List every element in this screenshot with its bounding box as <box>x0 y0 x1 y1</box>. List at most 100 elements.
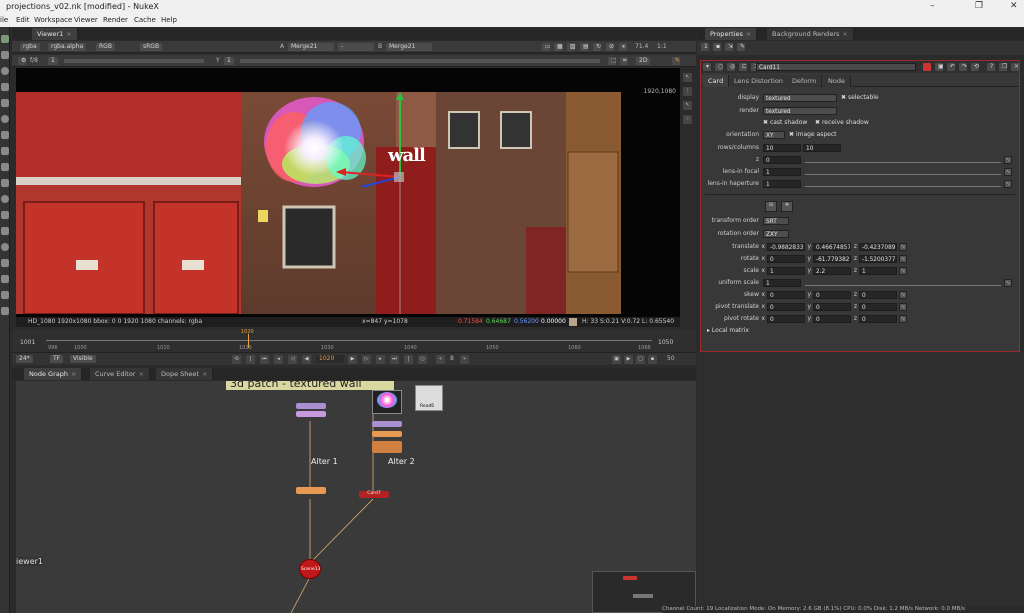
colorspace-dropdown[interactable]: sRGB <box>140 43 163 51</box>
pivot-translate-z-field[interactable]: 0 <box>859 303 897 311</box>
rotate-z-field[interactable]: -1.5200377 <box>859 255 897 263</box>
vertex-icon[interactable]: ⁘ <box>683 115 692 124</box>
playhead[interactable] <box>248 334 249 348</box>
menu-viewer[interactable]: Viewer <box>74 16 98 24</box>
transform-node-3[interactable] <box>372 421 402 427</box>
scale-x-field[interactable]: 1 <box>767 267 805 275</box>
render-dropdown[interactable]: textured <box>763 107 837 115</box>
settings-icon[interactable]: ⚙ <box>18 57 26 65</box>
viewer-canvas[interactable]: 1920,1080 wall <box>16 68 680 317</box>
play-back-icon[interactable]: ◀ <box>302 355 311 364</box>
roi-icon[interactable]: ▭ <box>542 43 551 51</box>
menu-file[interactable]: ile <box>0 16 8 24</box>
skew-x-field[interactable]: 0 <box>767 291 805 299</box>
step-back-icon[interactable]: « <box>436 355 445 364</box>
current-frame-field[interactable]: 1020 <box>316 355 344 363</box>
rotate-x-field[interactable]: 0 <box>767 255 805 263</box>
backdrop-node[interactable]: 3d patch - textured wall <box>226 381 394 390</box>
deep-tool-icon[interactable] <box>1 291 9 299</box>
orange-node[interactable] <box>296 487 326 494</box>
menu-edit[interactable]: Edit <box>16 16 30 24</box>
lens-focal-slider[interactable] <box>805 170 1001 175</box>
pause-icon[interactable]: ⏸ <box>619 43 627 51</box>
uniform-scale-animation-button[interactable]: ∿ <box>1004 279 1012 287</box>
particles-tool-icon[interactable] <box>1 275 9 283</box>
pivot-rotate-x-field[interactable]: 0 <box>767 315 805 323</box>
channels-dropdown[interactable]: rgba <box>20 43 40 51</box>
help-icon[interactable]: ? <box>987 63 995 71</box>
zebra-icon[interactable]: ▨ <box>567 43 576 51</box>
loop-icon[interactable]: ⟲ <box>232 355 241 364</box>
view-mode-dropdown[interactable]: 2D <box>636 57 651 65</box>
lens-haperture-slider[interactable] <box>805 182 1001 187</box>
prev-frame-icon[interactable]: ◁ <box>288 355 297 364</box>
tab-viewer1[interactable]: Viewer1 × <box>32 28 78 40</box>
proxy-ratio[interactable]: 1:1 <box>657 43 667 51</box>
uniform-scale-slider[interactable] <box>805 281 1001 286</box>
transform-handle-icon[interactable]: ⋮ <box>683 87 692 96</box>
cache-toggle-icon[interactable]: ▢ <box>636 355 645 364</box>
float-icon[interactable]: ⇲ <box>725 43 733 51</box>
blur-node[interactable] <box>372 441 402 453</box>
flipbook-icon[interactable]: ▣ <box>612 355 621 364</box>
undo-icon[interactable]: ↶ <box>947 63 955 71</box>
tab-properties[interactable]: Properties × <box>705 28 758 40</box>
pivot-translate-y-field[interactable]: 0 <box>813 303 851 311</box>
rgb-dropdown[interactable]: RGB <box>96 43 115 51</box>
image-tool-icon[interactable] <box>1 35 9 43</box>
ofx-tool-icon[interactable] <box>1 307 9 315</box>
play-icon[interactable]: ▶ <box>348 355 357 364</box>
card7-node[interactable]: Card7 <box>359 491 389 498</box>
lens-haperture-field[interactable]: 1 <box>763 180 801 188</box>
menu-help[interactable]: Help <box>161 16 177 24</box>
transform-node[interactable] <box>296 403 326 409</box>
color-wheel-thumbnail[interactable] <box>372 390 402 414</box>
image-aspect-checkbox[interactable]: ✖ image aspect <box>789 130 837 140</box>
z-animation-button[interactable]: ∿ <box>1004 156 1012 164</box>
fstop-value[interactable]: f/8 <box>30 57 38 65</box>
viewer-node-label[interactable]: iewer1 <box>16 557 43 566</box>
views-tool-icon[interactable] <box>1 195 9 203</box>
keyer-tool-icon[interactable] <box>1 131 9 139</box>
uniform-scale-field[interactable]: 1 <box>763 279 801 287</box>
skew-z-field[interactable]: 0 <box>859 291 897 299</box>
scale-y-field[interactable]: 2.2 <box>813 267 851 275</box>
menu-render[interactable]: Render <box>103 16 128 24</box>
3d-tool-icon[interactable] <box>1 179 9 187</box>
bounce-icon[interactable]: ○ <box>418 355 427 364</box>
pivot-translate-animation-button[interactable]: ∿ <box>899 303 907 311</box>
skew-animation-button[interactable]: ∿ <box>899 291 907 299</box>
pivot-rotate-z-field[interactable]: 0 <box>859 315 897 323</box>
max-panels-field[interactable]: 1 <box>701 43 709 51</box>
receive-shadow-checkbox[interactable]: ✖ receive shadow <box>815 118 869 128</box>
rotate-y-field[interactable]: -61.7793823 <box>813 255 851 263</box>
close-icon[interactable]: × <box>66 30 71 38</box>
transform-icon-a[interactable]: ⊞ <box>765 201 777 212</box>
transform-icon-b[interactable]: ✥ <box>781 201 793 212</box>
mask-icon[interactable]: ▤ <box>580 43 589 51</box>
lock-range-icon[interactable]: ▪ <box>648 355 657 364</box>
b-input-dropdown[interactable]: Merge21 <box>386 43 432 51</box>
step-value[interactable]: 8 <box>450 355 454 363</box>
skew-y-field[interactable]: 0 <box>813 291 851 299</box>
filter-tool-icon[interactable] <box>1 115 9 123</box>
select-arrow-icon[interactable]: ↖ <box>683 73 692 82</box>
compare-dropdown[interactable]: - <box>338 43 374 51</box>
cache-icon[interactable]: ⊘ <box>606 43 614 51</box>
pivot-rotate-y-field[interactable]: 0 <box>813 315 851 323</box>
menu-cache[interactable]: Cache <box>134 16 156 24</box>
pivot-rotate-animation-button[interactable]: ∿ <box>899 315 907 323</box>
gamma-field[interactable]: 1 <box>224 57 234 65</box>
metadata-tool-icon[interactable] <box>1 211 9 219</box>
float-panel-icon[interactable]: ❐ <box>999 63 1007 71</box>
local-matrix-toggle[interactable]: ▸ Local matrix <box>707 326 749 336</box>
z-slider[interactable] <box>805 158 1001 163</box>
read-thumbnail[interactable]: Read6 <box>415 385 443 411</box>
cast-shadow-checkbox[interactable]: ✖ cast shadow <box>763 118 807 128</box>
tab-node-graph[interactable]: Node Graph × <box>24 368 83 380</box>
lens-focal-animation-button[interactable]: ∿ <box>1004 168 1012 176</box>
paint-icon[interactable]: ✎ <box>672 57 680 65</box>
subtab-lens-distortion[interactable]: Lens Distortion <box>729 75 789 87</box>
columns-field[interactable]: 10 <box>803 144 841 152</box>
other-tool-icon[interactable] <box>1 243 9 251</box>
